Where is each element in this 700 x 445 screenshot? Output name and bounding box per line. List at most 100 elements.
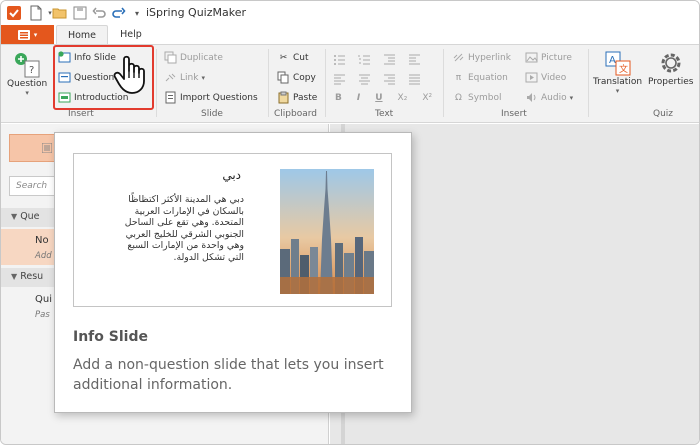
svg-text:文: 文 — [619, 63, 628, 75]
preview-body-line: بالسكان في الإمارات العربية — [134, 205, 244, 217]
align-buttons — [333, 73, 421, 86]
link-icon — [164, 71, 177, 84]
picture-icon — [525, 51, 538, 64]
text-group-label: Text — [375, 109, 394, 119]
slide-preview: دبي دبي هي المدينة الأكثر اكتظاظًا بالسك… — [73, 153, 392, 307]
import-questions-button[interactable]: Import Questions — [164, 91, 258, 104]
duplicate-button[interactable]: Duplicate — [164, 51, 223, 64]
preview-title: دبي — [222, 168, 241, 182]
list-item-subtitle: Pas — [35, 310, 50, 320]
preview-body: دبي هي المدينة الأكثر اكتظاظًا بالسكان ف… — [114, 194, 244, 263]
audio-icon — [525, 91, 538, 104]
clipboard-group-label: Clipboard — [274, 109, 317, 119]
preview-body-line: المتحدة. وهي تقع على الساحل — [124, 217, 244, 228]
collapse-icon: ▼ — [11, 272, 18, 281]
scissors-icon: ✂ — [279, 52, 288, 63]
slide-list-icon — [42, 143, 52, 153]
numbered-list-icon[interactable] — [358, 53, 371, 66]
bold-button[interactable]: B — [335, 93, 342, 103]
audio-button[interactable]: Audio ▾ — [525, 91, 573, 104]
title-bar: ▾ ▾ iSpring QuizMaker — [1, 1, 699, 25]
hyperlink-label: Hyperlink — [468, 52, 511, 63]
subscript-button[interactable]: X₂ — [398, 93, 408, 103]
bullet-list-icon[interactable] — [333, 53, 346, 66]
translation-label: Translation — [593, 77, 643, 87]
hyperlink-icon — [452, 51, 465, 64]
cut-button[interactable]: ✂ Cut — [277, 51, 309, 64]
underline-button[interactable]: U — [375, 93, 382, 103]
symbol-button[interactable]: Ω Symbol — [452, 91, 502, 104]
translation-button[interactable]: A文 Translation ▾ — [593, 49, 642, 95]
redo-icon[interactable] — [110, 5, 126, 21]
app-logo-icon[interactable] — [6, 5, 22, 21]
duplicate-icon — [164, 51, 177, 64]
equation-label: Equation — [468, 72, 508, 83]
group-divider — [268, 49, 269, 117]
svg-text:?: ? — [29, 65, 34, 76]
properties-button[interactable]: Properties — [648, 49, 693, 87]
results-section-label: Resu — [20, 271, 44, 282]
question-button[interactable]: ? Question ▾ — [7, 51, 47, 97]
paste-icon — [277, 91, 290, 104]
equation-button[interactable]: π Equation — [452, 71, 508, 84]
copy-icon — [277, 71, 290, 84]
align-center-icon[interactable] — [358, 73, 371, 86]
decrease-indent-icon[interactable] — [383, 53, 396, 66]
preview-body-line: التي تشكل الدولة. — [173, 251, 245, 263]
format-buttons: B I U X₂ X² — [335, 93, 432, 103]
group-divider — [325, 49, 326, 117]
insert2-group-label: Insert — [501, 109, 527, 119]
audio-dropdown-icon: ▾ — [569, 93, 574, 102]
group-divider — [588, 49, 589, 117]
picture-label: Picture — [541, 52, 572, 63]
increase-indent-icon[interactable] — [408, 53, 421, 66]
tab-home[interactable]: Home — [56, 25, 108, 44]
picture-button[interactable]: Picture — [525, 51, 572, 64]
slide-group-label: Slide — [201, 109, 223, 119]
hyperlink-button[interactable]: Hyperlink — [452, 51, 511, 64]
superscript-button[interactable]: X² — [422, 93, 432, 103]
import-questions-icon — [164, 91, 177, 104]
questions-section-label: Que — [20, 211, 40, 222]
list-item-title[interactable]: Qui — [35, 294, 52, 305]
properties-label: Properties — [648, 77, 694, 87]
tab-help[interactable]: Help — [109, 25, 153, 44]
list-item-title: No — [35, 235, 49, 246]
paste-button[interactable]: Paste — [277, 91, 317, 104]
align-right-icon[interactable] — [383, 73, 396, 86]
gear-icon — [661, 53, 681, 73]
customize-toolbar-icon[interactable]: ▾ — [129, 5, 145, 21]
link-label: Link — [180, 72, 199, 83]
tooltip-description: Add a non-question slide that lets you i… — [73, 357, 384, 393]
translation-dropdown-icon: ▾ — [615, 87, 620, 95]
symbol-icon: Ω — [455, 92, 462, 103]
video-button[interactable]: Video — [525, 71, 566, 84]
justify-icon[interactable] — [408, 73, 421, 86]
save-icon[interactable] — [72, 5, 88, 21]
link-button[interactable]: Link ▾ — [164, 71, 205, 84]
video-icon — [525, 71, 538, 84]
symbol-label: Symbol — [468, 92, 502, 103]
list-buttons — [333, 53, 421, 66]
collapse-icon: ▼ — [11, 212, 18, 221]
question-button-label: Question — [7, 79, 48, 89]
copy-label: Copy — [293, 72, 316, 83]
hand-cursor-icon — [113, 55, 145, 94]
open-folder-icon[interactable] — [52, 5, 68, 21]
undo-icon[interactable] — [92, 5, 108, 21]
audio-label: Audio — [541, 92, 567, 103]
italic-button[interactable]: I — [357, 93, 360, 103]
translation-icon: A文 — [605, 51, 631, 76]
ribbon-tabs: ▾ Home Help — [1, 25, 699, 44]
file-menu-button[interactable]: ▾ — [1, 25, 54, 44]
add-question-icon: ? — [15, 53, 40, 78]
copy-button[interactable]: Copy — [277, 71, 316, 84]
quiz-group-label: Quiz — [653, 109, 674, 119]
group-divider — [443, 49, 444, 117]
file-menu-icon — [17, 29, 30, 40]
insert-group-label: Insert — [68, 109, 94, 119]
svg-text:A: A — [609, 55, 616, 66]
paste-label: Paste — [293, 92, 318, 103]
question-dropdown-icon: ▾ — [25, 89, 29, 97]
align-left-icon[interactable] — [333, 73, 346, 86]
